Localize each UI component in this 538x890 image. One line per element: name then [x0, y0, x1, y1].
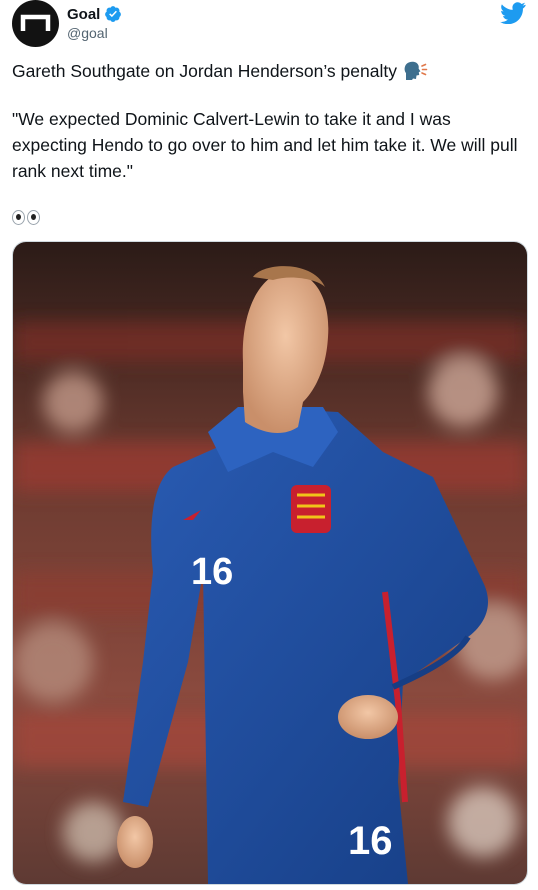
name-row: Goal — [67, 4, 122, 24]
eye-left — [12, 209, 25, 225]
display-name[interactable]: Goal — [67, 6, 100, 23]
eyes-icon — [12, 206, 528, 228]
verified-badge-icon — [105, 6, 122, 22]
tweet-lead: Gareth Southgate on Jordan Henderson’s p… — [12, 61, 397, 81]
shirt-number-chest: 16 — [191, 551, 233, 593]
tweet-quote: "We expected Dominic Calvert-Lewin to ta… — [12, 109, 518, 181]
tweet-photo[interactable]: 16 16 — [12, 241, 528, 885]
tweet-line-1: Gareth Southgate on Jordan Henderson’s p… — [12, 58, 528, 84]
tweet-header: Goal @goal — [12, 0, 526, 50]
twitter-bird-icon[interactable] — [500, 2, 526, 24]
eye-right — [27, 209, 40, 225]
goal-logo-icon[interactable] — [12, 0, 59, 47]
shirt-number-shorts: 16 — [348, 819, 393, 863]
tweet-text: Gareth Southgate on Jordan Henderson’s p… — [12, 58, 528, 228]
speaking-head-icon — [404, 61, 428, 80]
handle[interactable]: @goal — [67, 25, 108, 41]
